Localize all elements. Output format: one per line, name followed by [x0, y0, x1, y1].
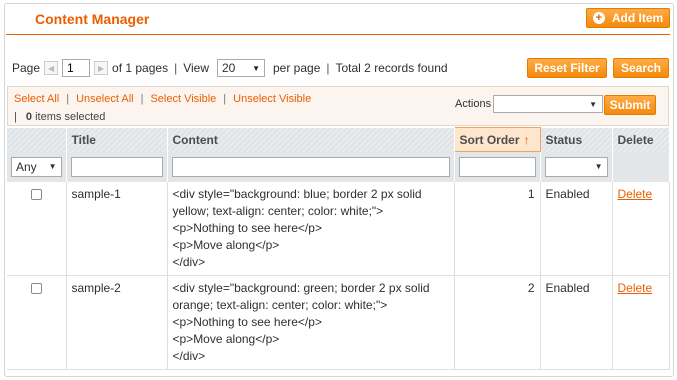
- unselect-all-link[interactable]: Unselect All: [76, 93, 133, 105]
- page-label: Page: [12, 61, 41, 75]
- page-number-input[interactable]: [62, 59, 91, 77]
- delete-cell: Delete: [612, 181, 670, 276]
- content-filter-input[interactable]: [171, 156, 450, 177]
- select-all-link[interactable]: Select All: [14, 93, 59, 105]
- plus-circle-icon: +: [592, 12, 605, 24]
- submit-button[interactable]: Submit: [604, 95, 656, 115]
- unselect-visible-link[interactable]: Unselect Visible: [233, 93, 311, 105]
- reset-filter-button[interactable]: Reset Filter: [527, 58, 607, 78]
- view-label: View: [183, 61, 209, 75]
- chevron-down-icon: ▼: [48, 162, 57, 171]
- add-item-label: Add Item: [611, 11, 664, 25]
- chevron-down-icon: ▼: [594, 162, 603, 171]
- previous-page-icon[interactable]: ◀: [44, 61, 59, 75]
- add-item-button[interactable]: + Add Item: [586, 8, 670, 28]
- content-cell: <div style="background: green; border 2 …: [167, 275, 455, 370]
- status-cell: Enabled: [540, 275, 613, 370]
- row-checkbox[interactable]: [30, 188, 42, 200]
- pager: Page ◀ ▶ of 1 pages | View 20 ▼ per page…: [12, 58, 448, 78]
- filter-massaction-cell: Any ▼: [7, 151, 67, 182]
- row-select-cell: [7, 275, 67, 370]
- title-cell: sample-1: [66, 181, 168, 276]
- table-row: sample-2 <div style="background: green; …: [7, 275, 670, 370]
- filter-content-cell: [167, 151, 455, 182]
- row-select-cell: [7, 181, 67, 276]
- status-filter-select[interactable]: ▼: [544, 156, 608, 177]
- massaction-filter-select[interactable]: Any ▼: [11, 156, 62, 177]
- title-filter-input[interactable]: [70, 156, 163, 177]
- column-header-sort-order[interactable]: Sort Order ↑: [453, 127, 541, 152]
- filter-title-cell: [66, 151, 168, 182]
- search-button[interactable]: Search: [613, 58, 669, 78]
- selection-links: Select All | Unselect All | Select Visib…: [14, 93, 311, 105]
- per-page-value: 20: [222, 61, 236, 75]
- separator: |: [326, 61, 330, 75]
- filter-status-cell: ▼: [540, 151, 613, 182]
- filter-delete-cell: [612, 151, 670, 182]
- content-line: <div style="background: green; border 2 …: [172, 280, 430, 295]
- massaction-filter-value: Any: [16, 159, 37, 174]
- delete-link[interactable]: Delete: [618, 281, 653, 295]
- content-line: orange; text-align: center; color: white…: [172, 297, 388, 312]
- selected-count-value: 0: [25, 111, 33, 123]
- content-line: <p>Nothing to see here</p>: [172, 314, 322, 329]
- separator: |: [223, 93, 227, 105]
- content-line: </div>: [172, 348, 206, 363]
- sort-order-cell: 2: [454, 275, 541, 370]
- delete-cell: Delete: [612, 275, 670, 370]
- column-header-title[interactable]: Title: [66, 127, 168, 152]
- selected-count: | 0 items selected: [14, 111, 105, 123]
- delete-link[interactable]: Delete: [618, 187, 653, 201]
- title-cell: sample-2: [66, 275, 168, 370]
- chevron-down-icon: ▼: [252, 63, 260, 73]
- content-cell: <div style="background: blue; border 2 p…: [167, 181, 455, 276]
- sort-order-cell: 1: [454, 181, 541, 276]
- actions-select[interactable]: ▼: [493, 95, 603, 113]
- actions-label: Actions: [455, 98, 492, 110]
- filter-sort-order-cell: [454, 151, 541, 182]
- page-title: Content Manager: [35, 11, 150, 27]
- filter-row: Any ▼ ▼: [7, 151, 670, 182]
- total-records: Total 2 records found: [335, 61, 448, 75]
- row-checkbox[interactable]: [30, 282, 42, 294]
- select-visible-link[interactable]: Select Visible: [150, 93, 216, 105]
- header-divider: [6, 34, 670, 35]
- column-header-massaction: [7, 127, 67, 152]
- sort-order-filter-input[interactable]: [458, 156, 536, 177]
- next-page-icon[interactable]: ▶: [94, 61, 109, 75]
- content-line: <p>Move along</p>: [172, 331, 280, 346]
- table-row: sample-1 <div style="background: blue; b…: [7, 181, 670, 276]
- of-pages-label: of 1 pages: [112, 61, 169, 75]
- header-row: Title Content Sort Order ↑ Status Delete: [7, 127, 670, 152]
- status-cell: Enabled: [540, 181, 613, 276]
- content-grid: Title Content Sort Order ↑ Status Delete …: [7, 127, 670, 370]
- column-header-content[interactable]: Content: [167, 127, 455, 152]
- sort-order-label: Sort Order: [459, 132, 520, 147]
- separator: |: [140, 93, 144, 105]
- content-line: yellow; text-align: center; color: white…: [172, 203, 384, 218]
- separator: |: [14, 111, 17, 123]
- content-line: <p>Move along</p>: [172, 237, 280, 252]
- separator: |: [174, 61, 178, 75]
- selected-count-label: items selected: [35, 111, 106, 123]
- content-line: <p>Nothing to see here</p>: [172, 220, 322, 235]
- separator: |: [66, 93, 70, 105]
- mass-action-bar: Select All | Unselect All | Select Visib…: [7, 86, 669, 126]
- per-page-label: per page: [273, 61, 321, 75]
- chevron-down-icon: ▼: [589, 99, 597, 109]
- sort-ascending-icon: ↑: [523, 132, 530, 147]
- content-line: </div>: [172, 254, 206, 269]
- column-header-delete: Delete: [612, 127, 670, 152]
- column-header-status[interactable]: Status: [540, 127, 613, 152]
- content-table: Title Content Sort Order ↑ Status Delete …: [7, 127, 670, 370]
- per-page-select[interactable]: 20 ▼: [217, 59, 265, 77]
- content-line: <div style="background: blue; border 2 p…: [172, 186, 422, 201]
